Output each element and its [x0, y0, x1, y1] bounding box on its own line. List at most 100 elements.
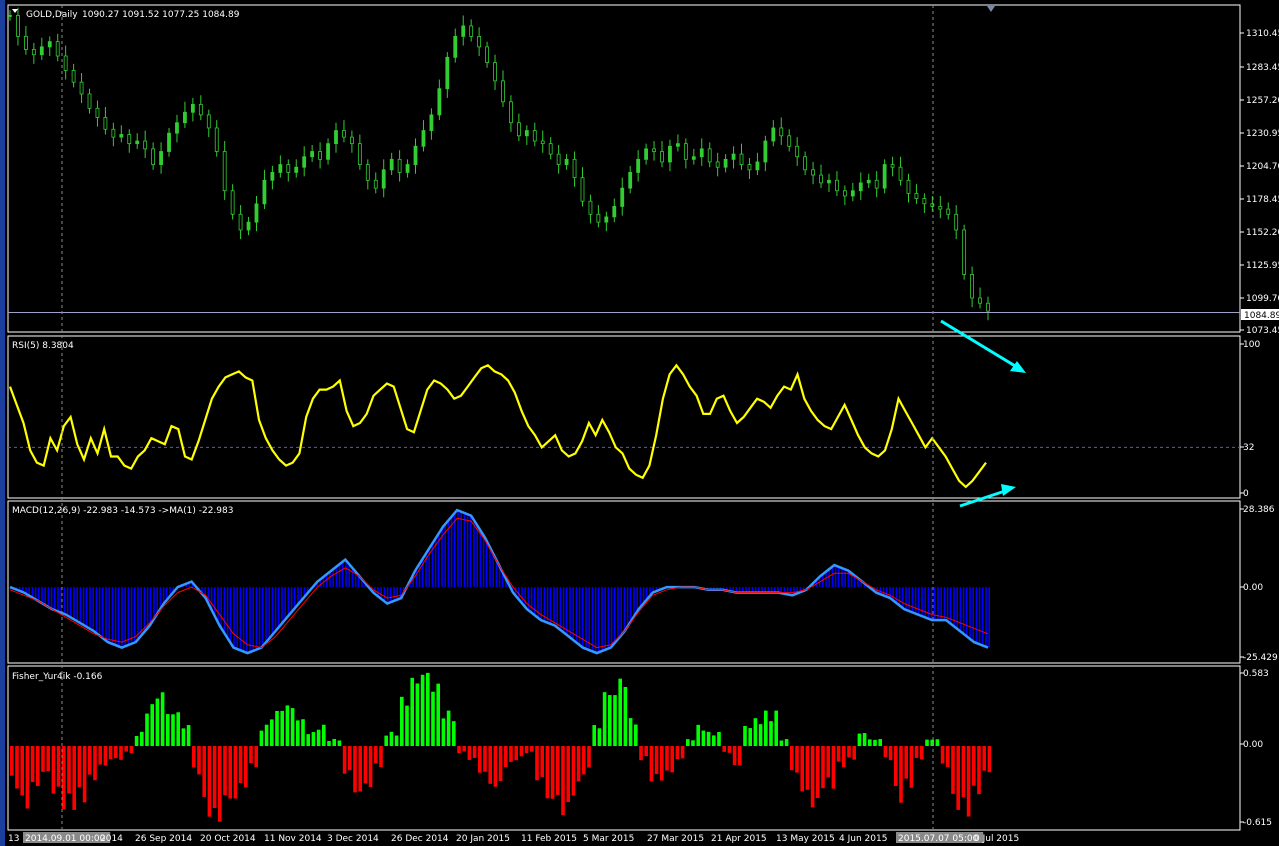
trend-arrow-down[interactable] [940, 319, 1026, 373]
fisher-bar [249, 746, 253, 764]
candle-body [644, 148, 648, 160]
fisher-bar [987, 746, 992, 773]
candle-body [429, 114, 434, 131]
candle-body [63, 55, 68, 71]
fisher-bar [738, 746, 742, 766]
fisher-bar [519, 746, 524, 757]
rsi-tick-label: 100 [1243, 340, 1260, 350]
fisher-bar [628, 718, 633, 747]
candle-body [79, 81, 84, 95]
candle-body [437, 88, 442, 116]
fisher-bar [488, 746, 492, 784]
time-tick-label: 5 Mar 2015 [583, 834, 634, 844]
fisher-bar [51, 746, 56, 794]
candle-body [787, 135, 792, 147]
candle-body [580, 177, 585, 202]
candle-body [978, 297, 982, 304]
candle-body [278, 164, 283, 173]
fisher-bar [82, 746, 87, 803]
candle-body [636, 158, 641, 173]
fisher-bar [758, 724, 763, 747]
fisher-bar [197, 746, 201, 775]
candle-body [87, 93, 92, 109]
price-pane[interactable] [8, 7, 1240, 321]
candle-body [175, 122, 179, 134]
candle-body [334, 130, 338, 145]
fisher-bar [114, 746, 118, 759]
fisher-bar [920, 746, 924, 760]
fisher-bar [800, 746, 804, 792]
collapse-triangle-icon[interactable] [12, 9, 18, 13]
candle-body [691, 156, 696, 160]
time-tick-label: 4 Jun 2015 [839, 834, 887, 844]
candle-body [699, 148, 704, 158]
time-tick-label: 26 Sep 2014 [135, 834, 192, 844]
candle-body [747, 164, 752, 171]
fisher-pane[interactable] [10, 672, 992, 822]
candle-body [715, 161, 720, 168]
fisher-bar [290, 708, 295, 747]
fisher-bar [857, 733, 862, 747]
candle-body [986, 302, 990, 312]
fisher-bar [831, 746, 836, 789]
fisher-bar [732, 746, 737, 765]
time-tick-label: 0 Jul 2015 [974, 834, 1019, 844]
candle-body [938, 206, 943, 210]
fisher-bar [836, 746, 841, 762]
candle-body [445, 56, 450, 90]
fisher-bar [374, 746, 378, 764]
fisher-bar [795, 746, 799, 773]
fisher-title: Fisher_Yur4ik -0.166 [12, 672, 103, 682]
fisher-bar [10, 746, 14, 776]
fisher-bar [108, 746, 113, 760]
fisher-bar [316, 729, 321, 747]
fisher-bar [368, 746, 373, 787]
fisher-bar [712, 735, 716, 747]
fisher-bar [327, 741, 331, 747]
trend-arrow-up[interactable] [959, 484, 1016, 508]
candle-body [198, 104, 203, 116]
fisher-bar [311, 732, 316, 747]
fisher-bar [576, 746, 581, 782]
candle-body [509, 101, 513, 124]
rsi-pane[interactable] [8, 363, 1240, 489]
fisher-bar [62, 746, 66, 810]
fisher-bar [176, 712, 180, 747]
time-tick-label: 20 Jan 2015 [456, 834, 510, 844]
fisher-bar [587, 746, 591, 768]
fisher-bar [899, 746, 903, 803]
price-tick-label: 1204.70 [1246, 162, 1279, 172]
candle-body [842, 190, 847, 197]
time-tick-label: 11 Feb 2015 [521, 834, 577, 844]
candle-body [381, 169, 386, 189]
candle-body [564, 158, 569, 165]
candle-body [159, 151, 163, 165]
candle-body [596, 213, 601, 223]
time-tick-label: 26 Dec 2014 [391, 834, 449, 844]
fisher-bar [805, 746, 810, 790]
candle-body [135, 140, 140, 145]
candle-body [898, 166, 903, 181]
candle-body [668, 145, 672, 163]
candle-body [95, 107, 100, 118]
fisher-bar [160, 692, 165, 747]
fisher-bar [171, 714, 175, 747]
fisher-bar [540, 746, 544, 777]
fisher-bar [322, 724, 326, 747]
fisher-bar [233, 746, 238, 799]
macd-pane[interactable] [9, 508, 991, 655]
fisher-bar [124, 746, 128, 752]
shift-marker-icon[interactable] [987, 6, 995, 12]
fisher-bar [852, 746, 856, 760]
candle-body [270, 172, 275, 181]
fisher-bar [717, 732, 721, 747]
chart-canvas[interactable]: GOLD,Daily 1090.27 1091.52 1077.25 1084.… [0, 0, 1279, 846]
candle-body [365, 164, 370, 181]
candle-body [723, 158, 728, 168]
fisher-bar [956, 746, 960, 810]
time-tick-label: 2014 [100, 834, 123, 844]
candle-body [676, 143, 680, 147]
fisher-bar [951, 746, 955, 794]
fisher-bar [691, 740, 695, 747]
candle-body [874, 179, 879, 189]
